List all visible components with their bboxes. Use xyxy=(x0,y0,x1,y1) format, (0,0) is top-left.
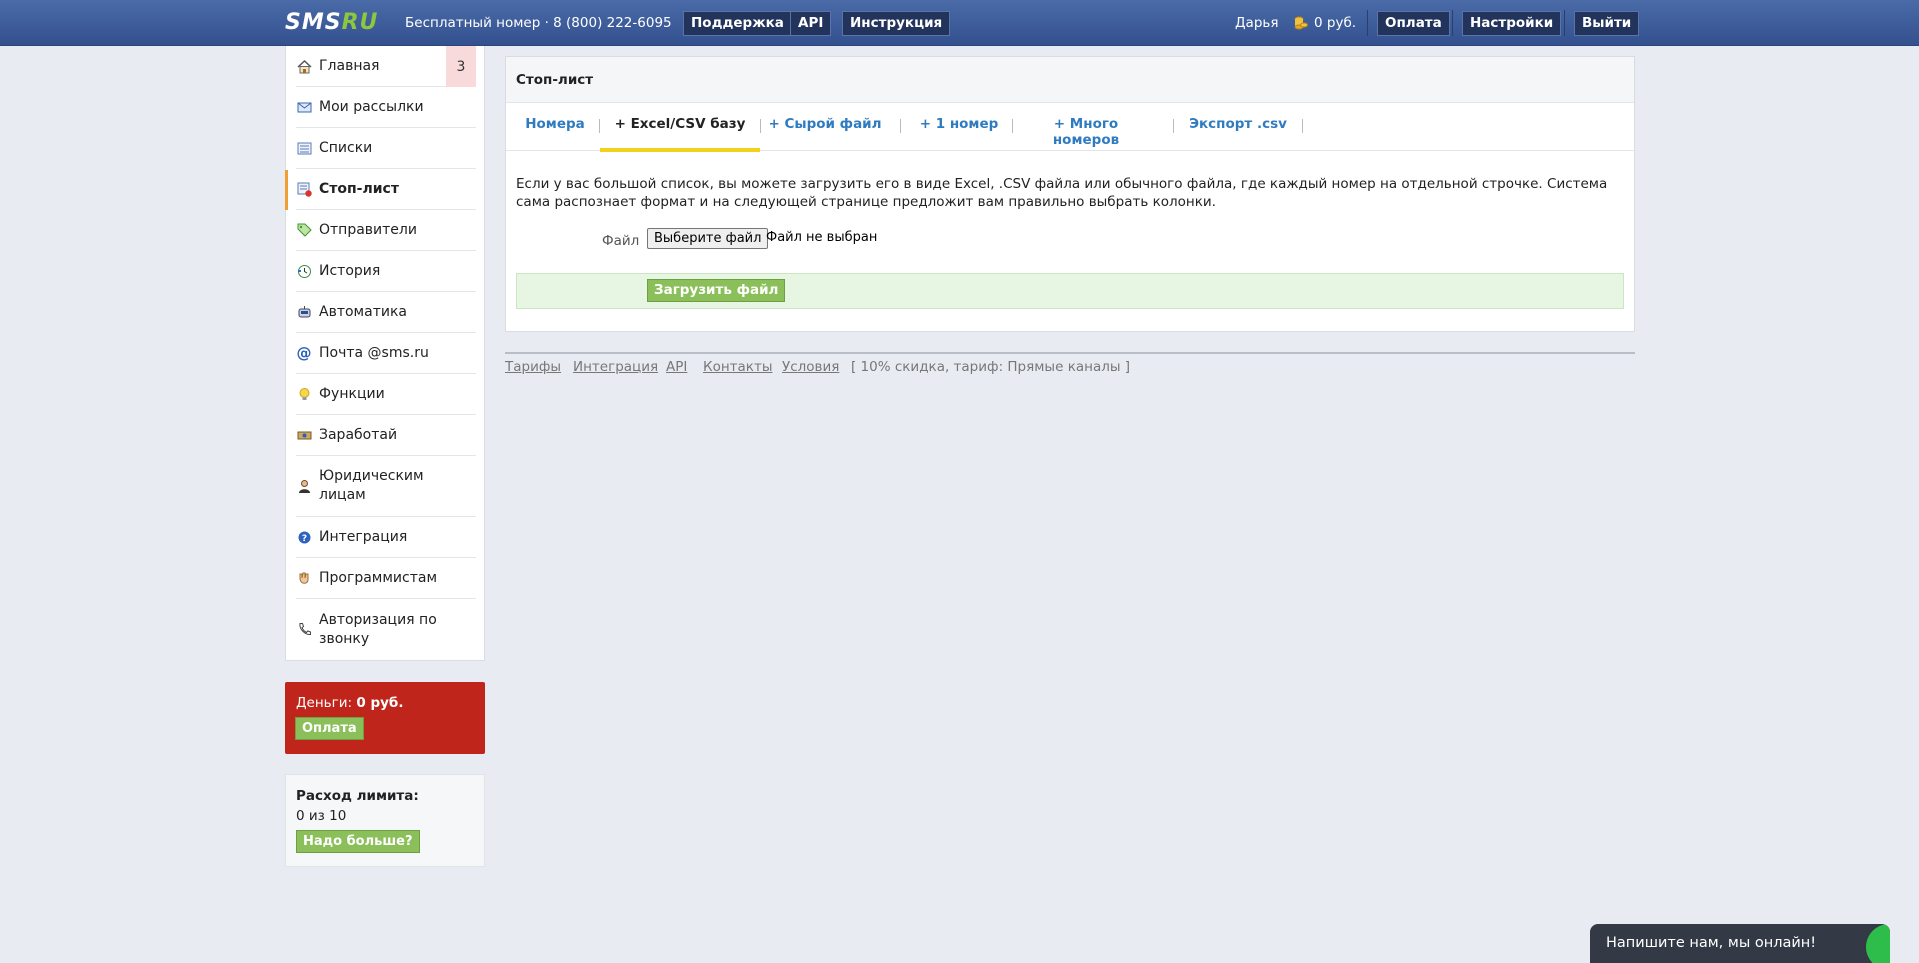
settings-button[interactable]: Настройки xyxy=(1462,11,1562,36)
tab-excel-csv[interactable]: + Excel/CSV базу xyxy=(600,103,760,152)
history-icon xyxy=(296,263,312,279)
user-name[interactable]: Дарья xyxy=(1235,15,1278,31)
footer-link-integration[interactable]: Интеграция xyxy=(573,359,658,375)
logout-button[interactable]: Выйти xyxy=(1574,11,1640,36)
separator xyxy=(1564,10,1565,36)
sidebar-item-functions[interactable]: Функции xyxy=(296,374,476,415)
sidebar-item-integration[interactable]: ? Интеграция xyxy=(296,517,476,558)
file-status: Файл не выбран xyxy=(766,230,878,245)
lists-icon xyxy=(296,140,312,156)
chat-widget[interactable]: Напишите нам, мы онлайн! xyxy=(1590,924,1890,963)
tab-one-number[interactable]: + 1 номер xyxy=(916,103,1002,151)
api-button[interactable]: API xyxy=(790,11,832,36)
instructions-button[interactable]: Инструкция xyxy=(842,11,951,36)
online-indicator xyxy=(1866,924,1890,963)
support-button[interactable]: Поддержка xyxy=(683,11,792,36)
page-title: Стоп-лист xyxy=(516,72,594,88)
panel-header: Стоп-лист xyxy=(506,57,1634,103)
money-text: Деньги: 0 руб. xyxy=(296,695,404,711)
money-box: Деньги: 0 руб. Оплата xyxy=(285,682,485,754)
limit-box: Расход лимита: 0 из 10 Надо больше? xyxy=(285,774,485,867)
need-more-button[interactable]: Надо больше? xyxy=(296,830,420,853)
sidebar-item-lists[interactable]: Списки xyxy=(296,128,476,169)
sidebar: Главная 3 Мои рассылки Списки Стоп-лист … xyxy=(285,46,485,661)
chat-text: Напишите нам, мы онлайн! xyxy=(1606,935,1817,951)
coins-icon xyxy=(1294,16,1308,30)
mailings-icon xyxy=(296,99,312,115)
sidebar-item-history[interactable]: История xyxy=(296,251,476,292)
sidebar-item-home[interactable]: Главная 3 xyxy=(296,46,476,87)
main-panel: Стоп-лист Номера + Excel/CSV базу + Сыро… xyxy=(505,56,1635,332)
tab-numbers[interactable]: Номера xyxy=(516,103,594,151)
tab-export-csv[interactable]: Экспорт .csv xyxy=(1185,103,1291,151)
tab-separator xyxy=(1302,119,1303,133)
pay-button[interactable]: Оплата xyxy=(1377,11,1450,36)
stoplist-icon xyxy=(296,181,312,197)
notification-badge: 3 xyxy=(446,46,476,87)
tab-separator xyxy=(1173,119,1174,133)
hand-icon xyxy=(296,570,312,586)
sidebar-item-developers[interactable]: Программистам xyxy=(296,558,476,599)
tab-many-numbers[interactable]: + Много номеров xyxy=(1025,103,1147,151)
tab-separator xyxy=(900,119,901,133)
submit-row: Загрузить файл xyxy=(516,273,1624,309)
upload-description: Если у вас большой список, вы можете заг… xyxy=(516,176,1608,210)
top-bar: SMSRU Бесплатный номер · 8 (800) 222-609… xyxy=(0,0,1919,46)
file-label: Файл xyxy=(602,233,640,249)
tab-raw-file[interactable]: + Сырой файл xyxy=(768,103,882,151)
phone-icon xyxy=(296,622,312,638)
sidebar-item-earn[interactable]: Заработай xyxy=(296,415,476,456)
logo[interactable]: SMSRU xyxy=(285,10,378,35)
sidebar-item-mail[interactable]: @ Почта @sms.ru xyxy=(296,333,476,374)
footer-divider xyxy=(505,352,1635,354)
tab-separator xyxy=(1012,119,1013,133)
sidebar-item-automation[interactable]: Автоматика xyxy=(296,292,476,333)
tab-separator xyxy=(760,119,761,133)
lightbulb-icon xyxy=(296,386,312,402)
sidebar-pay-button[interactable]: Оплата xyxy=(295,717,364,740)
separator xyxy=(1452,10,1453,36)
footer-link-tariffs[interactable]: Тарифы xyxy=(505,359,561,375)
at-icon: @ xyxy=(296,344,312,362)
svg-text:?: ? xyxy=(301,534,306,544)
upload-file-button[interactable]: Загрузить файл xyxy=(647,279,786,302)
limit-value: 0 из 10 xyxy=(296,808,347,824)
footer-discount-note: [ 10% скидка, тариф: Прямые каналы ] xyxy=(851,359,1131,375)
footer-link-contacts[interactable]: Контакты xyxy=(703,359,772,375)
separator xyxy=(1367,10,1368,36)
footer-link-terms[interactable]: Условия xyxy=(782,359,839,375)
sidebar-item-stoplist[interactable]: Стоп-лист xyxy=(296,169,476,210)
money-icon xyxy=(296,427,312,443)
active-indicator xyxy=(285,170,288,210)
robot-icon xyxy=(296,304,312,320)
footer-link-api[interactable]: API xyxy=(666,359,687,375)
person-icon xyxy=(296,478,312,494)
sidebar-item-senders[interactable]: Отправители xyxy=(296,210,476,251)
tag-icon xyxy=(296,222,312,238)
tab-bar: Номера + Excel/CSV базу + Сырой файл + 1… xyxy=(506,103,1634,152)
sidebar-item-call-auth[interactable]: Авторизация по звонку xyxy=(296,599,476,660)
sidebar-item-legal[interactable]: Юридическим лицам xyxy=(296,456,476,517)
header-balance: 0 руб. xyxy=(1314,15,1357,31)
choose-file-button[interactable]: Выберите файл xyxy=(647,228,769,249)
free-number: Бесплатный номер · 8 (800) 222-6095 xyxy=(405,15,672,31)
home-icon xyxy=(296,58,312,74)
question-icon: ? xyxy=(296,529,312,545)
limit-title: Расход лимита: xyxy=(296,788,419,804)
sidebar-item-mailings[interactable]: Мои рассылки xyxy=(296,87,476,128)
